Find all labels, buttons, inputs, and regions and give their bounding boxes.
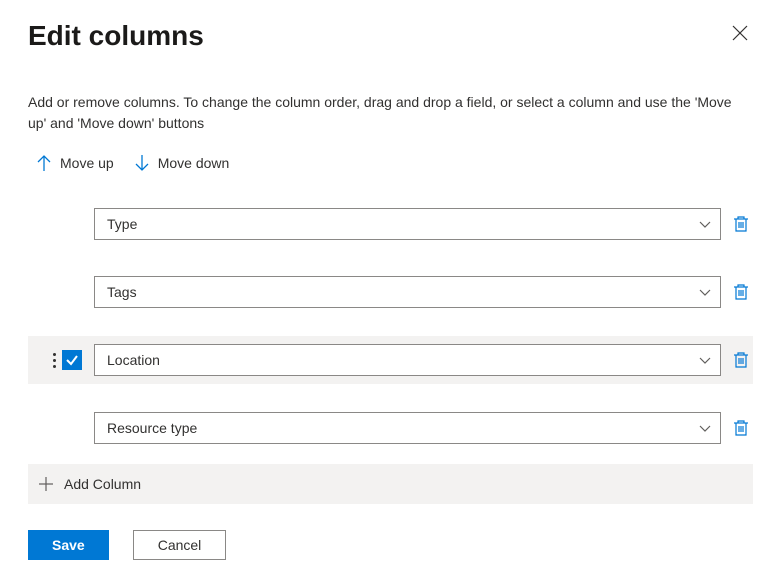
chevron-down-icon [698,353,712,367]
description-text: Add or remove columns. To change the col… [28,92,753,134]
drag-handle-icon[interactable] [53,353,56,368]
column-value: Type [107,216,137,232]
delete-column-button[interactable] [729,351,753,369]
delete-column-button[interactable] [729,215,753,233]
column-row[interactable]: Location [28,336,753,384]
column-dropdown[interactable]: Type [94,208,721,240]
trash-icon [733,351,749,369]
trash-icon [733,215,749,233]
trash-icon [733,283,749,301]
row-checkbox[interactable] [62,350,82,370]
cancel-button[interactable]: Cancel [133,530,227,560]
chevron-down-icon [698,285,712,299]
arrow-down-icon [134,154,150,172]
page-title: Edit columns [28,20,204,52]
arrow-up-icon [36,154,52,172]
trash-icon [733,419,749,437]
chevron-down-icon [698,421,712,435]
column-row[interactable]: Resource type [28,404,753,452]
move-down-button[interactable]: Move down [134,154,230,172]
check-icon [65,353,79,367]
toolbar: Move up Move down [28,150,753,176]
move-up-button[interactable]: Move up [36,154,114,172]
column-dropdown[interactable]: Location [94,344,721,376]
delete-column-button[interactable] [729,419,753,437]
column-value: Resource type [107,420,197,436]
chevron-down-icon [698,217,712,231]
column-dropdown[interactable]: Resource type [94,412,721,444]
column-value: Tags [107,284,137,300]
delete-column-button[interactable] [729,283,753,301]
column-row[interactable]: Type [28,200,753,248]
column-dropdown[interactable]: Tags [94,276,721,308]
column-value: Location [107,352,160,368]
column-row[interactable]: Tags [28,268,753,316]
close-button[interactable] [727,20,753,49]
column-list: Type Tags Location [28,200,753,452]
save-button[interactable]: Save [28,530,109,560]
move-down-label: Move down [158,155,230,171]
move-up-label: Move up [60,155,114,171]
add-column-button[interactable]: Add Column [28,464,753,504]
close-icon [731,24,749,42]
plus-icon [38,476,54,492]
add-column-label: Add Column [64,476,141,492]
footer: Save Cancel [28,530,753,560]
